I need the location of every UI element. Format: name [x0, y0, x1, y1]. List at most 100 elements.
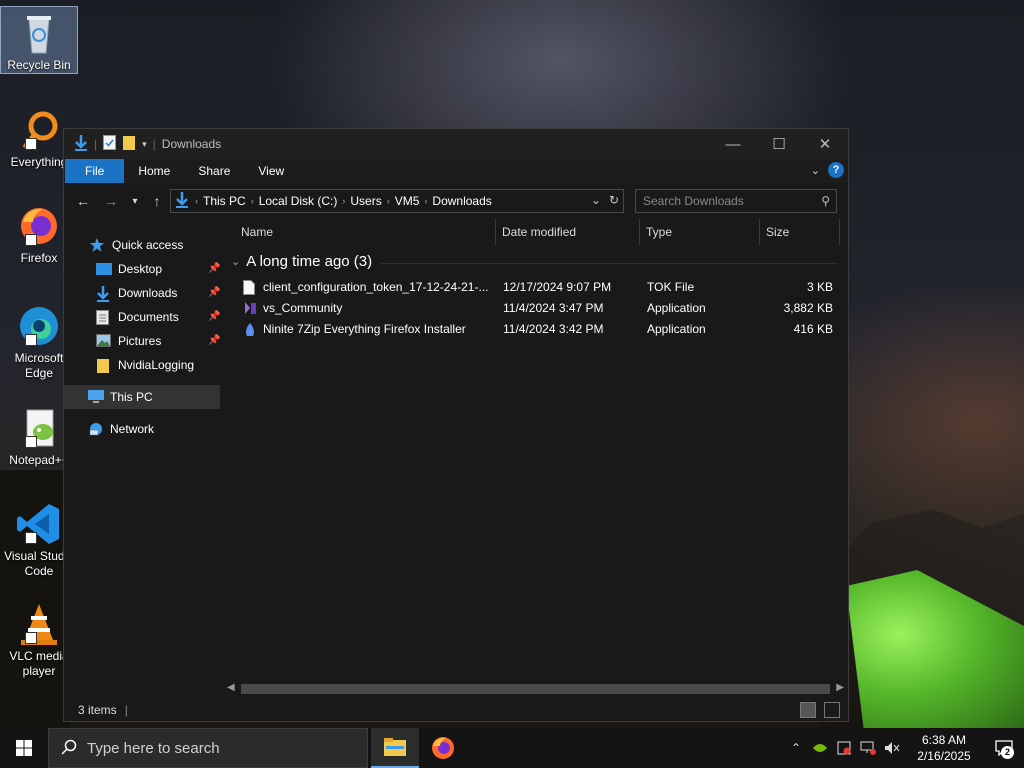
clock-time: 6:38 AM: [921, 733, 967, 747]
nav-pictures[interactable]: Pictures 📌: [64, 329, 220, 353]
breadcrumb-vm5[interactable]: VM5: [395, 194, 420, 208]
taskbar-firefox[interactable]: [419, 728, 467, 768]
title-bar[interactable]: | ▾ | Downloads — ☐ ✕: [64, 129, 848, 159]
nav-network[interactable]: Network: [64, 417, 220, 441]
file-row[interactable]: Ninite 7Zip Everything Firefox Installer…: [221, 319, 848, 340]
start-button[interactable]: [0, 728, 48, 768]
desktop-icon-recycle-bin[interactable]: Recycle Bin: [0, 6, 78, 74]
taskbar-file-explorer[interactable]: [371, 728, 419, 768]
maximize-button[interactable]: ☐: [756, 129, 802, 159]
scroll-right-icon[interactable]: ▶: [836, 682, 844, 693]
tab-file[interactable]: File: [65, 159, 125, 183]
chevron-down-icon[interactable]: ⌄: [231, 255, 240, 268]
nav-this-pc[interactable]: This PC: [64, 385, 220, 409]
minimize-button[interactable]: —: [710, 129, 756, 159]
column-size[interactable]: Size: [760, 219, 840, 245]
everything-search-icon: [15, 108, 63, 152]
file-row[interactable]: client_configuration_token_17-12-24-21-.…: [221, 277, 848, 298]
nav-label: Pictures: [118, 334, 162, 348]
desktop-icon-label: Notepad++: [9, 453, 69, 467]
scrollbar-thumb[interactable]: [241, 684, 830, 694]
file-date: 11/4/2024 3:47 PM: [503, 301, 604, 315]
breadcrumb-downloads[interactable]: Downloads: [432, 194, 491, 208]
address-bar[interactable]: › This PC › Local Disk (C:) › Users › VM…: [170, 189, 624, 213]
star-icon: [90, 238, 106, 252]
search-input[interactable]: [643, 194, 813, 208]
help-icon[interactable]: ?: [828, 162, 844, 178]
pin-icon[interactable]: 📌: [208, 287, 220, 298]
volume-muted-icon[interactable]: [880, 728, 904, 768]
nav-nvidialogging[interactable]: NvidiaLogging: [64, 353, 220, 377]
pin-icon[interactable]: 📌: [208, 311, 220, 322]
properties-icon[interactable]: [103, 135, 117, 153]
search-box[interactable]: ⚲: [635, 189, 837, 213]
details-view-button[interactable]: [800, 702, 816, 718]
file-icon: [243, 280, 257, 296]
item-count: 3 items: [78, 703, 117, 717]
show-hidden-icons-chevron-icon[interactable]: ⌃: [784, 728, 808, 768]
breadcrumb-separator-icon: ›: [342, 196, 346, 206]
system-tray: ⌃ 6:38 AM 2/16/2025 2: [784, 728, 1024, 768]
pin-icon[interactable]: 📌: [208, 335, 220, 346]
ribbon-tabs: File Home Share View ⌄ ?: [64, 159, 848, 183]
forward-arrow-icon[interactable]: →: [100, 193, 122, 209]
tab-share[interactable]: Share: [184, 159, 244, 183]
notepadpp-icon: [15, 406, 63, 450]
pin-icon[interactable]: 📌: [208, 263, 220, 274]
nav-quick-access[interactable]: Quick access: [64, 233, 220, 257]
nav-downloads[interactable]: Downloads 📌: [64, 281, 220, 305]
system-clock[interactable]: 6:38 AM 2/16/2025: [904, 732, 984, 764]
column-date-modified[interactable]: Date modified: [496, 219, 640, 245]
network-icon: [88, 422, 104, 436]
search-icon: [61, 739, 77, 758]
nav-documents[interactable]: Documents 📌: [64, 305, 220, 329]
scroll-left-icon[interactable]: ◀: [227, 682, 235, 693]
address-dropdown-icon[interactable]: ⌄: [591, 193, 601, 207]
back-arrow-icon[interactable]: ←: [72, 193, 94, 209]
breadcrumb-separator-icon: ›: [195, 196, 198, 206]
file-size: 416 KB: [793, 322, 833, 336]
search-icon[interactable]: ⚲: [821, 194, 830, 208]
recent-locations-icon[interactable]: ▾: [124, 196, 146, 207]
desktop-icon-label: Firefox: [20, 251, 58, 265]
large-icons-view-button[interactable]: [824, 702, 840, 718]
desktop-icon-label: VLC media player: [9, 649, 69, 678]
desktop-icon-label: Microsoft Edge: [14, 351, 64, 380]
action-center-button[interactable]: 2: [984, 728, 1024, 768]
ninite-installer-icon: [243, 322, 257, 338]
up-arrow-icon[interactable]: ↑: [146, 193, 168, 209]
close-button[interactable]: ✕: [802, 129, 848, 159]
security-alert-icon[interactable]: [832, 728, 856, 768]
breadcrumb-this-pc[interactable]: This PC: [203, 194, 246, 208]
group-label: A long time ago (3): [246, 253, 373, 270]
navigation-pane: Quick access Desktop 📌 Downloads 📌 Docum…: [64, 219, 220, 699]
refresh-icon[interactable]: ↻: [609, 193, 619, 207]
desktop-folder-icon: [96, 262, 112, 276]
breadcrumb-local-disk[interactable]: Local Disk (C:): [259, 194, 338, 208]
breadcrumb-users[interactable]: Users: [350, 194, 381, 208]
nav-label: Downloads: [118, 286, 178, 300]
taskbar: ⌃ 6:38 AM 2/16/2025 2: [0, 728, 1024, 768]
network-status-icon[interactable]: [856, 728, 880, 768]
taskbar-search-input[interactable]: [87, 739, 347, 757]
column-name[interactable]: Name: [235, 219, 496, 245]
group-header[interactable]: ⌄ A long time ago (3): [231, 253, 372, 270]
nav-label: Desktop: [118, 262, 163, 276]
taskbar-search-box[interactable]: [48, 728, 368, 768]
column-type[interactable]: Type: [640, 219, 760, 245]
file-explorer-window: | ▾ | Downloads — ☐ ✕ File Home Share Vi…: [63, 128, 849, 722]
nav-desktop[interactable]: Desktop 📌: [64, 257, 220, 281]
nvidia-icon[interactable]: [808, 728, 832, 768]
new-folder-icon[interactable]: [122, 135, 136, 153]
desktop-icon-label: Recycle Bin: [7, 58, 71, 72]
file-explorer-icon: [384, 738, 406, 756]
file-row[interactable]: vs_Community 11/4/2024 3:47 PM Applicati…: [221, 298, 848, 319]
expand-ribbon-icon[interactable]: ⌄: [811, 164, 820, 177]
tab-view[interactable]: View: [244, 159, 298, 183]
file-list: Name Date modified Type Size ⌄ A long ti…: [221, 219, 848, 681]
qat-dropdown-icon[interactable]: ▾: [142, 139, 147, 150]
breadcrumb-separator-icon: ›: [386, 196, 390, 206]
tab-home[interactable]: Home: [124, 159, 184, 183]
horizontal-scrollbar[interactable]: ◀ ▶: [221, 681, 848, 697]
status-bar: 3 items |: [64, 699, 848, 721]
